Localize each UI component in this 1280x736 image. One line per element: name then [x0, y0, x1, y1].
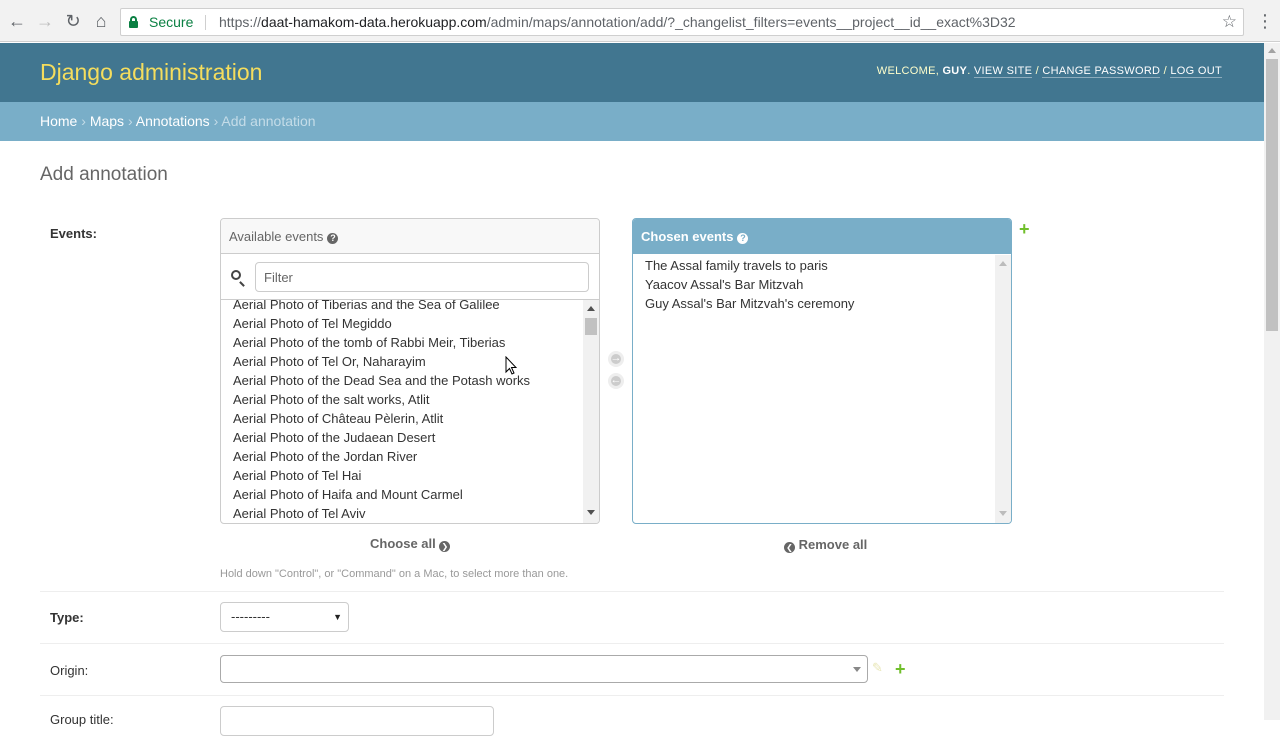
arrow-left-circle-icon: ❮ — [784, 542, 795, 553]
url-scheme: https:// — [219, 14, 262, 30]
kebab-menu-icon[interactable]: ⋮ — [1256, 10, 1274, 32]
url-path: /admin/maps/annotation/add/?_changelist_… — [486, 14, 1016, 30]
available-list-scrollbar[interactable] — [583, 300, 599, 523]
events-help-text: Hold down "Control", or "Command" on a M… — [220, 568, 569, 580]
scroll-down-arrow-icon[interactable] — [999, 511, 1007, 516]
list-item[interactable]: Aerial Photo of Tel Hai — [221, 466, 583, 485]
question-circle-icon: ? — [327, 233, 339, 244]
events-label: Events: — [50, 226, 97, 241]
scroll-up-arrow-icon[interactable] — [1268, 48, 1276, 53]
breadcrumb-annotations[interactable]: Annotations — [136, 113, 210, 129]
type-select-value: --------- — [231, 609, 270, 624]
breadcrumb: Home › Maps › Annotations › Add annotati… — [0, 102, 1264, 141]
forward-arrow-icon[interactable]: → — [34, 10, 56, 32]
home-icon[interactable]: ⌂ — [90, 10, 112, 32]
admin-header: Django administration Welcome, Guy. View… — [0, 43, 1264, 102]
chosen-events-box: Chosen events? The Assal family travels … — [632, 218, 1012, 524]
filter-row — [221, 254, 599, 300]
row-divider — [40, 591, 1224, 592]
question-circle-icon: ? — [737, 233, 749, 244]
group-title-input[interactable] — [220, 706, 494, 736]
list-item[interactable]: Aerial Photo of the salt works, Atlit — [221, 390, 583, 409]
remove-all-text: Remove all — [798, 537, 868, 552]
log-out-link[interactable]: Log out — [1170, 65, 1222, 78]
list-item[interactable]: Aerial Photo of the Judaean Desert — [221, 428, 583, 447]
available-events-title-text: Available events — [229, 229, 324, 244]
page-scrollbar[interactable] — [1264, 43, 1280, 720]
list-item[interactable]: Aerial Photo of the Jordan River — [221, 447, 583, 466]
page-scrollbar-thumb[interactable] — [1266, 59, 1278, 331]
list-item[interactable]: Yaacov Assal's Bar Mitzvah — [633, 275, 995, 294]
list-item[interactable]: Aerial Photo of the tomb of Rabbi Meir, … — [221, 333, 583, 352]
list-item[interactable]: Aerial Photo of Tel Aviv — [221, 504, 583, 522]
list-item[interactable]: Aerial Photo of Château Pèlerin, Atlit — [221, 409, 583, 428]
scroll-up-arrow-icon[interactable] — [587, 306, 595, 311]
available-list-scrollbar-thumb[interactable] — [585, 318, 597, 335]
browser-toolbar: ← → ↻ ⌂ Secure https://daat-hamakom-data… — [0, 0, 1280, 42]
list-item[interactable]: Guy Assal's Bar Mitzvah's ceremony — [633, 294, 995, 313]
origin-label: Origin: — [50, 663, 89, 678]
pencil-icon[interactable]: ✎ — [872, 660, 886, 675]
breadcrumb-home[interactable]: Home — [40, 113, 77, 129]
address-bar[interactable]: Secure https://daat-hamakom-data.herokua… — [120, 8, 1244, 36]
scroll-down-arrow-icon[interactable] — [587, 510, 595, 515]
choose-all-text: Choose all — [370, 536, 436, 551]
add-origin-plus-icon[interactable]: + — [895, 660, 906, 678]
type-select[interactable]: --------- ▼ — [220, 602, 349, 632]
url-host: daat-hamakom-data.herokuapp.com — [261, 14, 487, 30]
remove-all-link[interactable]: ❮ Remove all — [784, 537, 867, 553]
breadcrumb-separator: › — [81, 113, 86, 129]
choose-arrow-icon[interactable] — [608, 351, 624, 367]
welcome-text: Welcome, — [876, 65, 940, 77]
user-tools: Welcome, Guy. View site / Change passwor… — [876, 65, 1222, 78]
list-item[interactable]: Aerial Photo of Tel Megiddo — [221, 314, 583, 333]
change-password-link[interactable]: Change password — [1042, 65, 1161, 78]
available-events-title: Available events? — [221, 219, 599, 254]
breadcrumb-maps[interactable]: Maps — [90, 113, 124, 129]
type-label: Type: — [50, 610, 84, 625]
lock-icon — [129, 16, 138, 28]
row-divider — [40, 695, 1224, 696]
add-event-plus-icon[interactable]: + — [1019, 220, 1030, 238]
chosen-list-scrollbar[interactable] — [995, 255, 1011, 523]
choose-all-link[interactable]: Choose all ❯ — [370, 536, 451, 552]
list-item[interactable]: Aerial Photo of the Dead Sea and the Pot… — [221, 371, 583, 390]
available-events-box: Available events? Aerial Photo of Tiberi… — [220, 218, 600, 524]
arrow-right-circle-icon: ❯ — [439, 541, 451, 552]
remove-arrow-icon[interactable] — [608, 373, 624, 389]
breadcrumb-separator: › — [127, 113, 133, 129]
chosen-events-list[interactable]: The Assal family travels to paris Yaacov … — [633, 255, 995, 523]
site-branding[interactable]: Django administration — [40, 59, 262, 86]
page-title: Add annotation — [40, 164, 168, 185]
list-item[interactable]: Aerial Photo of Haifa and Mount Carmel — [221, 485, 583, 504]
username: Guy — [942, 65, 968, 77]
row-divider — [40, 643, 1224, 644]
list-item[interactable]: The Assal family travels to paris — [633, 256, 995, 275]
search-icon — [231, 270, 241, 280]
available-events-list[interactable]: Aerial Photo of Tiberias and the Sea of … — [221, 300, 583, 522]
view-site-link[interactable]: View site — [973, 65, 1033, 78]
reload-icon[interactable]: ↻ — [62, 10, 84, 32]
breadcrumb-separator: › — [213, 113, 219, 129]
mouse-cursor-icon — [505, 356, 517, 375]
events-filter-input[interactable] — [255, 262, 589, 292]
back-arrow-icon[interactable]: ← — [6, 10, 28, 32]
list-item[interactable]: Aerial Photo of Tel Or, Naharayim — [221, 352, 583, 371]
chevron-down-icon: ▼ — [333, 612, 342, 622]
scroll-up-arrow-icon[interactable] — [999, 261, 1007, 266]
secure-label: Secure — [149, 14, 194, 30]
chosen-events-title: Chosen events? — [633, 219, 1011, 254]
list-item[interactable]: Aerial Photo of Tiberias and the Sea of … — [221, 300, 583, 314]
origin-select[interactable] — [220, 655, 868, 683]
breadcrumb-current: Add annotation — [221, 113, 316, 129]
bookmark-star-icon[interactable]: ☆ — [1222, 9, 1237, 35]
chosen-events-title-text: Chosen events — [641, 229, 734, 244]
url-text: https://daat-hamakom-data.herokuapp.com/… — [219, 9, 1016, 35]
omnibox-separator — [205, 15, 206, 30]
chevron-down-icon — [853, 667, 861, 672]
